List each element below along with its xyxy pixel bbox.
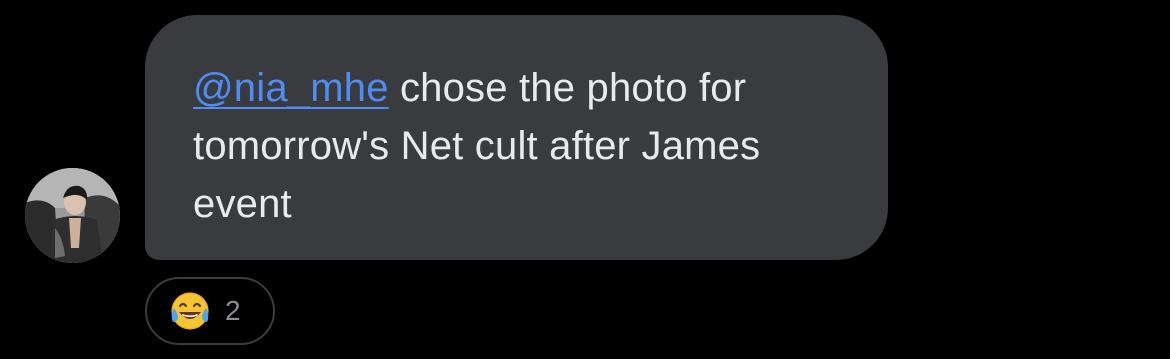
message-text: @nia_mhe chose the photo for tomorrow's … bbox=[193, 59, 848, 233]
reaction-count: 2 bbox=[225, 295, 241, 326]
mention-link[interactable]: @nia_mhe bbox=[193, 66, 389, 110]
person-photo-avatar-icon bbox=[25, 168, 120, 263]
face-with-tears-of-joy-icon bbox=[171, 292, 209, 330]
reaction-pill[interactable]: 2 bbox=[145, 277, 275, 345]
message-bubble[interactable]: @nia_mhe chose the photo for tomorrow's … bbox=[145, 15, 888, 260]
sender-avatar[interactable] bbox=[25, 168, 120, 263]
